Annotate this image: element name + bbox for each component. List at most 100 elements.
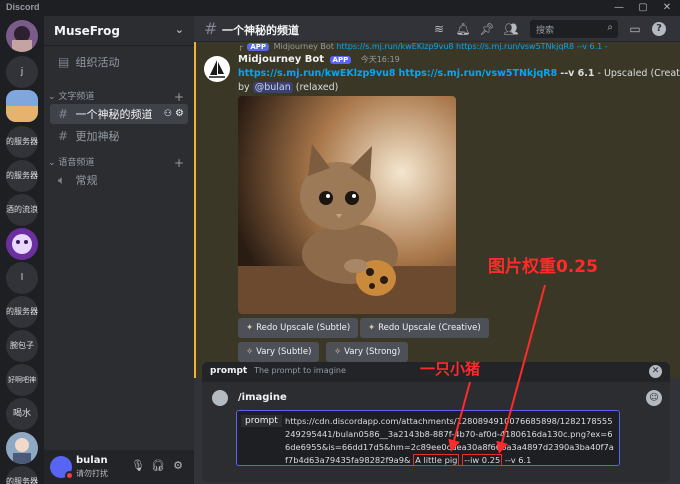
server-list: j 的服务器 的服务器 酒的流浪 l 的服务器 腕包子 好啊吧神 喝水 的服务器 [0,16,44,484]
speaker-icon: 🔈︎ [58,173,66,187]
chat-area: # 一个神秘的频道 ≋ 🔔︎ 📌︎ 👥︎ 搜索 ⌕ ▭ ? ┌ APP Midj… [194,16,680,484]
server-item[interactable]: 的服务器 [6,296,38,328]
bot-avatar[interactable] [204,56,230,82]
redo-upscale-subtle-button[interactable]: ✦ Redo Upscale (Subtle) [238,318,359,338]
link[interactable]: https://s.mj.run/vsw5TNkjqR8 [399,68,558,79]
chevron-down-icon: ⌄ [48,158,56,168]
command-name: /imagine [238,392,287,403]
calendar-icon: ▤ [58,55,70,69]
mode-label: (relaxed) [295,82,339,93]
message-byline: by @bulan (relaxed) [238,82,338,93]
hash-icon: # [58,129,69,143]
server-item[interactable]: 腕包子 [6,330,38,362]
server-item[interactable]: 好啊吧神 [6,364,38,396]
sparkle-icon: ✧ [246,347,254,357]
vary-subtle-button[interactable]: ✧ Vary (Subtle) [238,342,320,362]
channel-label: 一个神秘的频道 [75,108,153,121]
user-panel: bulan 请勿打扰 🎙︎ 🎧︎ ⚙ [44,450,194,484]
sparkle-icon: ✧ [334,347,342,357]
channel-label: 常规 [75,174,98,187]
bell-icon[interactable]: 🔔︎ [454,20,472,38]
magic-wand-icon: ✦ [368,323,376,333]
channel-item-selected[interactable]: # 一个神秘的频道 ⚇ ⚙ [50,104,188,124]
version-flag: --v 6.1 [560,68,595,79]
add-channel-icon[interactable]: + [174,156,184,170]
minimize-button[interactable]: — [608,0,630,16]
message-highlighted: ┌ APP Midjourney Bot https://s.mj.run/kw… [194,42,680,378]
gear-icon[interactable]: ⚙ [170,459,186,472]
close-window-button[interactable]: ✕ [656,0,678,16]
maximize-button[interactable]: ▢ [632,0,654,16]
server-item[interactable]: j [6,56,38,88]
generated-image[interactable] [238,96,456,314]
guild-header[interactable]: MuseFrog ⌄ [44,16,194,46]
app-badge: APP [329,56,352,64]
headphones-icon[interactable]: 🎧︎ [150,459,166,472]
server-item[interactable]: 的服务器 [6,160,38,192]
prompt-field-label: prompt [241,415,282,427]
server-item-active[interactable] [6,90,38,122]
chevron-down-icon: ⌄ [48,92,56,102]
server-avatar[interactable] [6,432,38,464]
server-item[interactable]: l [6,262,38,294]
author-name[interactable]: Midjourney Bot [238,54,324,65]
image-weight-highlight: --iw 0.25 [462,454,503,466]
close-icon[interactable]: ✕ [649,365,662,378]
avatar[interactable] [50,456,74,480]
search-input[interactable]: 搜索 ⌕ [530,20,618,38]
chevron-down-icon: ⌄ [174,23,184,36]
timestamp: 今天16:19 [360,55,400,64]
server-item[interactable]: 的服务器 [6,126,38,158]
add-member-icon[interactable]: ⚇ [164,104,172,124]
activity-label: 组织活动 [75,56,120,69]
server-item[interactable]: 喝水 [6,398,38,430]
microphone-icon[interactable]: 🎙︎ [130,459,146,472]
search-icon: ⌕ [607,22,613,33]
help-icon[interactable]: ? [652,22,666,36]
by-label: by [238,82,250,93]
emoji-icon[interactable]: ☺ [646,390,662,406]
threads-icon[interactable]: ≋ [430,20,448,38]
link[interactable]: https://s.mj.run/kwEKlzp9vu8 [238,68,395,79]
user-mention[interactable]: @bulan [252,82,293,93]
voice-channel-category[interactable]: ⌄ 语音频道 + [48,156,188,170]
server-item[interactable]: 酒的流浪 [6,194,38,226]
activity-item[interactable]: ▤ 组织活动 [50,52,188,72]
channel-item[interactable]: # 更加神秘 [50,126,188,146]
redo-upscale-creative-button[interactable]: ✦ Redo Upscale (Creative) [360,318,489,338]
message-author: Midjourney Bot APP 今天16:19 [238,54,400,65]
channel-header: # 一个神秘的频道 ≋ 🔔︎ 📌︎ 👥︎ 搜索 ⌕ ▭ ? [194,16,680,42]
prompt-tail: --v 6.1 [502,455,532,465]
add-channel-icon[interactable]: + [174,90,184,104]
title-bar: Discord — ▢ ✕ [0,0,680,16]
text-channel-category[interactable]: ⌄ 文字频道 + [48,90,188,104]
kitten-image [238,96,456,314]
option-name: prompt [210,366,248,376]
reply-text[interactable]: https://s.mj.run/kwEKlzp9vu8 https://s.m… [336,42,607,51]
reply-preview[interactable]: ┌ APP Midjourney Bot https://s.mj.run/kw… [238,42,608,51]
server-item[interactable]: 的服务器 [6,466,38,484]
user-status: 请勿打扰 [76,469,108,478]
button-label: Vary (Subtle) [256,347,312,357]
server-avatar[interactable] [6,228,38,260]
annotation-weight-label: 图片权重0.25 [488,257,598,277]
reply-author: Midjourney Bot [273,42,334,51]
slash-command-panel: prompt The prompt to imagine ✕ /imagine … [202,362,670,482]
vary-strong-button[interactable]: ✧ Vary (Strong) [326,342,409,362]
dnd-status-icon [65,471,74,480]
message-text: https://s.mj.run/kwEKlzp9vu8 https://s.m… [238,68,680,79]
members-icon[interactable]: 👥︎ [502,20,520,38]
prompt-input[interactable]: prompt https://cdn.discordapp.com/attach… [236,410,620,466]
gear-icon[interactable]: ⚙ [175,104,184,124]
server-avatar-icon [12,26,32,52]
hash-icon: # [204,19,218,38]
voice-channel-item[interactable]: 🔈︎ 常规 [50,170,188,190]
inbox-icon[interactable]: ▭ [626,20,644,38]
app-name: Discord [6,2,40,12]
prompt-value[interactable]: https://cdn.discordapp.com/attachments/1… [285,415,615,467]
bot-command-icon [212,390,228,406]
server-avatar[interactable] [6,20,38,52]
pin-icon[interactable]: 📌︎ [478,20,496,38]
channel-title: 一个神秘的频道 [222,24,299,37]
magic-wand-icon: ✦ [246,323,254,333]
